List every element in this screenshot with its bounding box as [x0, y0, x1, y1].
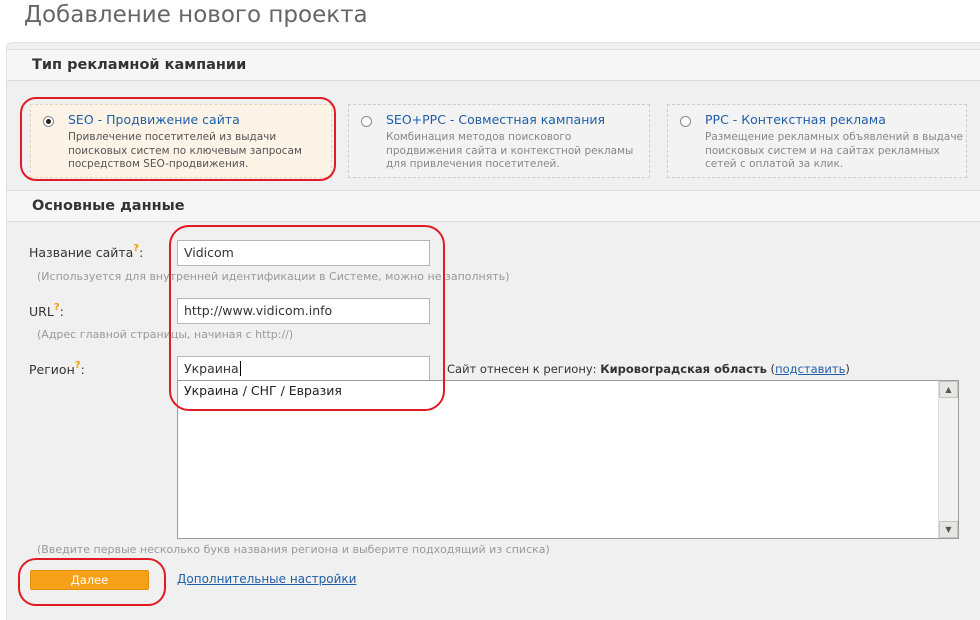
help-icon[interactable]: ?	[54, 302, 60, 313]
radio-seo-ppc[interactable]	[361, 116, 372, 127]
detected-region: Кировоградская область	[600, 362, 767, 376]
region-label: Регион?:	[29, 360, 85, 377]
triangle-up-icon: ▲	[945, 385, 952, 394]
campaign-option-desc: Комбинация методов поискового продвижени…	[386, 131, 634, 170]
site-name-label: Название сайта?:	[29, 243, 144, 260]
campaign-option-desc: Привлечение посетителей из выдачи поиско…	[68, 131, 302, 170]
campaign-type-header: Тип рекламной кампании	[7, 49, 980, 81]
site-name-hint: (Используется для внутренней идентификац…	[37, 270, 510, 283]
region-info: Сайт отнесен к региону: Кировоградская о…	[447, 362, 850, 376]
scrollbar[interactable]: ▲ ▼	[938, 381, 958, 538]
page-title: Добавление нового проекта	[24, 2, 368, 28]
campaign-type-title: Тип рекламной кампании	[32, 57, 247, 73]
campaign-option-title[interactable]: SEO - Продвижение сайта	[68, 112, 240, 127]
region-hint: (Введите первые несколько букв названия …	[37, 543, 550, 556]
campaign-option-title[interactable]: PPC - Контекстная реклама	[705, 112, 886, 127]
substitute-region-link[interactable]: подставить	[775, 362, 845, 376]
url-label: URL?:	[29, 302, 64, 319]
campaign-option-ppc[interactable]: PPC - Контекстная реклама Размещение рек…	[667, 104, 967, 178]
url-input[interactable]: http://www.vidicom.info	[177, 298, 430, 324]
triangle-down-icon: ▼	[945, 525, 952, 534]
url-hint: (Адрес главной страницы, начиная с http:…	[37, 328, 294, 341]
advanced-settings-link[interactable]: Дополнительные настройки	[177, 572, 356, 586]
campaign-option-desc: Размещение рекламных объявлений в выдаче…	[705, 131, 964, 170]
site-name-input[interactable]: Vidicom	[177, 240, 430, 266]
scroll-up-button[interactable]: ▲	[939, 381, 958, 398]
main-data-title: Основные данные	[32, 198, 185, 214]
campaign-option-title[interactable]: SEO+PPC - Совместная кампания	[386, 112, 605, 127]
scroll-down-button[interactable]: ▼	[939, 521, 958, 538]
radio-seo[interactable]	[43, 116, 54, 127]
help-icon[interactable]: ?	[133, 243, 139, 254]
list-item[interactable]: Украина / СНГ / Евразия	[184, 383, 342, 398]
help-icon[interactable]: ?	[75, 360, 81, 371]
campaign-option-seo-ppc[interactable]: SEO+PPC - Совместная кампания Комбинация…	[348, 104, 650, 178]
radio-ppc[interactable]	[680, 116, 691, 127]
text-caret	[239, 361, 241, 376]
main-data-header: Основные данные	[7, 190, 980, 222]
campaign-option-seo[interactable]: SEO - Продвижение сайта Привлечение посе…	[30, 104, 332, 178]
next-button[interactable]: Далее	[30, 570, 149, 590]
region-input[interactable]: Украина	[177, 356, 430, 382]
region-suggestions-list[interactable]: Украина / СНГ / Евразия ▲ ▼	[177, 380, 959, 539]
